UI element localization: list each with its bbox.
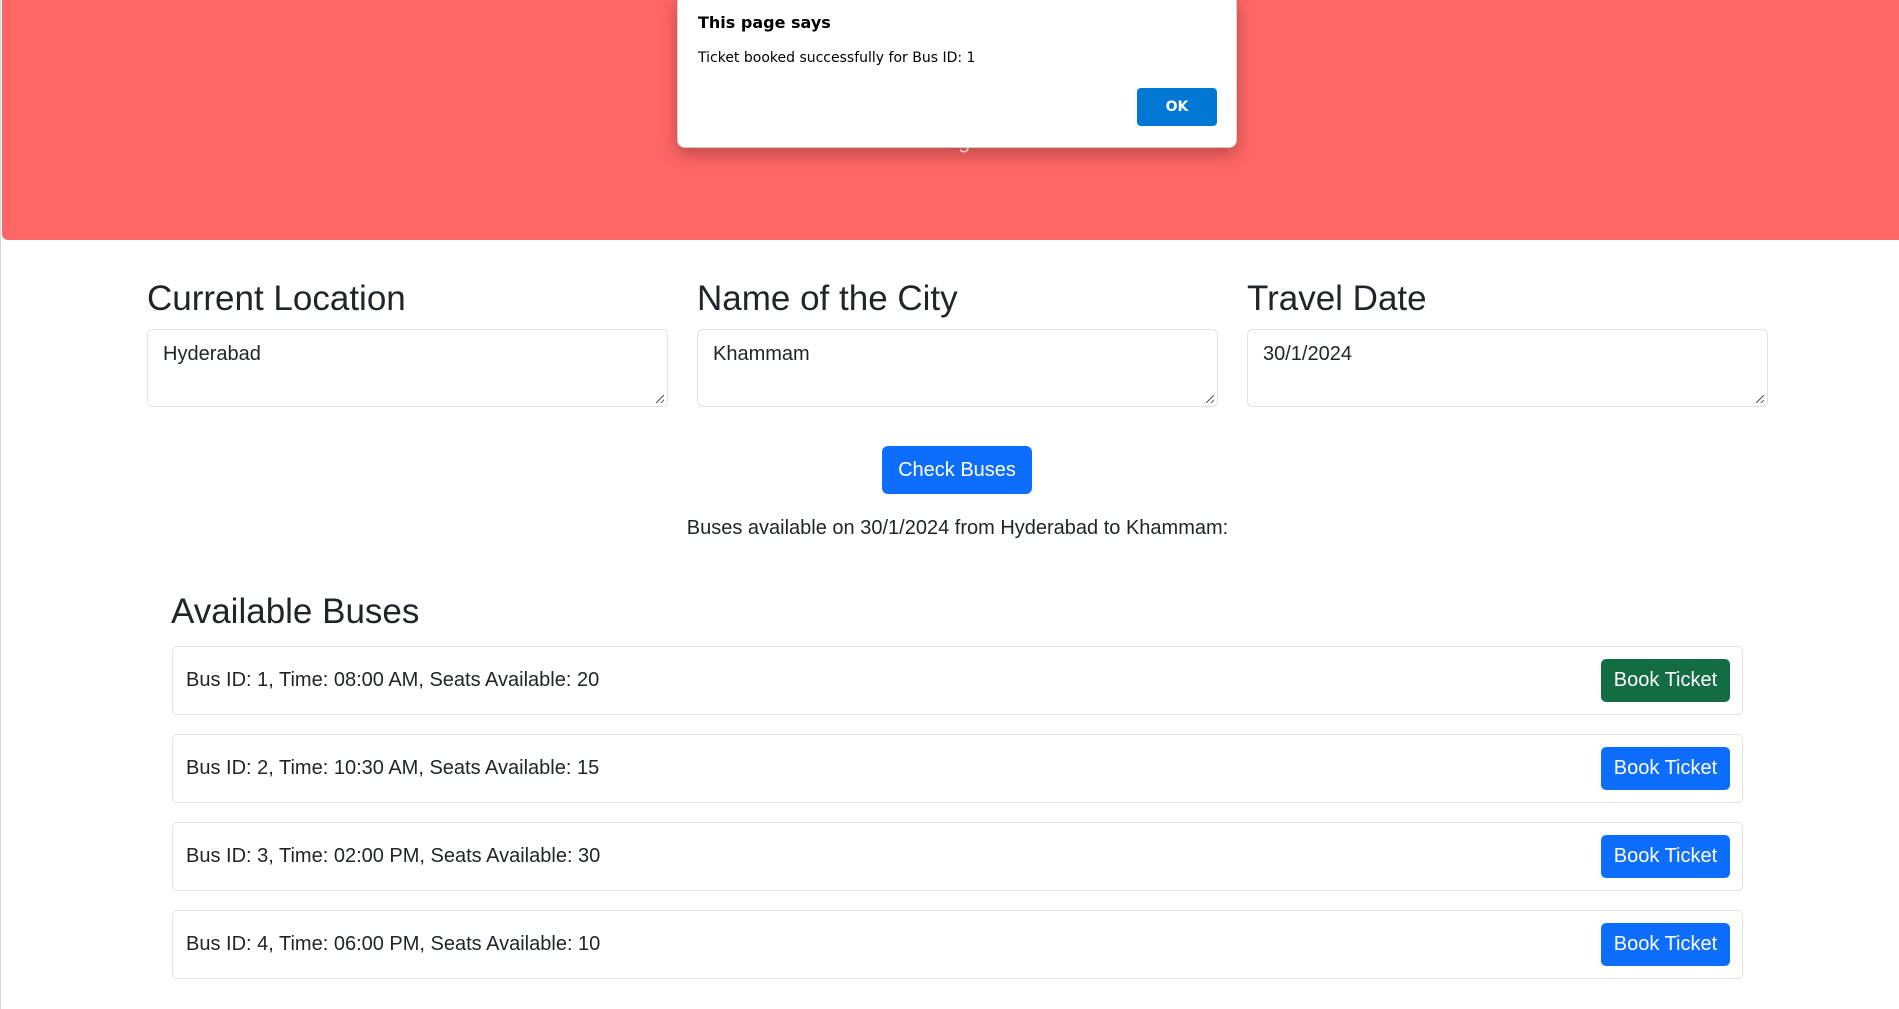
city-value: Khammam <box>713 343 810 365</box>
city-group: Name of the City Khammam <box>697 276 1218 407</box>
bus-row: Bus ID: 3, Time: 02:00 PM, Seats Availab… <box>172 822 1743 891</box>
city-label: Name of the City <box>697 279 958 318</box>
bus-info: Bus ID: 4, Time: 06:00 PM, Seats Availab… <box>186 933 601 955</box>
travel-date-input[interactable]: 30/1/2024 <box>1247 329 1768 407</box>
current-location-group: Current Location Hyderabad <box>147 276 668 407</box>
bus-info: Bus ID: 2, Time: 10:30 AM, Seats Availab… <box>186 757 600 779</box>
book-ticket-button[interactable]: Book Ticket <box>1601 835 1730 878</box>
bus-row: Bus ID: 2, Time: 10:30 AM, Seats Availab… <box>172 734 1743 803</box>
book-ticket-button[interactable]: Book Ticket <box>1601 923 1730 966</box>
travel-date-value: 30/1/2024 <box>1263 343 1352 365</box>
alert-dialog: This page says Ticket booked successfull… <box>677 0 1237 148</box>
availability-message: Buses available on 30/1/2024 from Hydera… <box>686 517 1229 539</box>
resize-grip-icon[interactable] <box>1756 395 1764 403</box>
bus-list: Bus ID: 1, Time: 08:00 AM, Seats Availab… <box>172 646 1743 998</box>
city-input[interactable]: Khammam <box>697 329 1218 407</box>
current-location-value: Hyderabad <box>163 343 261 365</box>
bus-row: Bus ID: 4, Time: 06:00 PM, Seats Availab… <box>172 910 1743 979</box>
page: Welcome to Telangana State Tour. Current… <box>0 0 1899 1009</box>
available-buses-title: Available Buses <box>171 592 420 631</box>
bus-info: Bus ID: 3, Time: 02:00 PM, Seats Availab… <box>186 845 601 867</box>
current-location-label: Current Location <box>147 279 406 318</box>
dialog-title: This page says <box>698 13 831 32</box>
book-ticket-button[interactable]: Book Ticket <box>1601 747 1730 790</box>
resize-grip-icon[interactable] <box>1206 395 1214 403</box>
check-buses-button[interactable]: Check Buses <box>882 446 1032 494</box>
dialog-message: Ticket booked successfully for Bus ID: 1 <box>698 50 976 66</box>
travel-date-label: Travel Date <box>1247 279 1427 318</box>
current-location-input[interactable]: Hyderabad <box>147 329 668 407</box>
bus-row: Bus ID: 1, Time: 08:00 AM, Seats Availab… <box>172 646 1743 715</box>
bus-info: Bus ID: 1, Time: 08:00 AM, Seats Availab… <box>186 669 600 691</box>
dialog-ok-button[interactable]: OK <box>1137 88 1217 126</box>
resize-grip-icon[interactable] <box>656 395 664 403</box>
book-ticket-button[interactable]: Book Ticket <box>1601 659 1730 702</box>
travel-date-group: Travel Date 30/1/2024 <box>1247 276 1768 407</box>
